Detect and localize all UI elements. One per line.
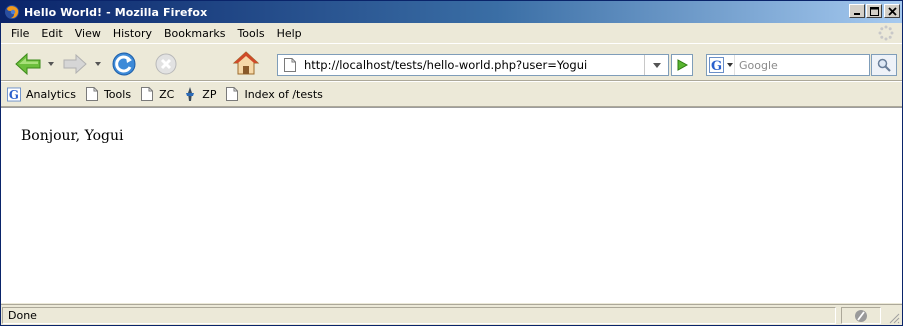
bookmark-zp[interactable]: ZP — [183, 86, 217, 102]
bookmark-label: Analytics — [26, 87, 76, 101]
menu-tools[interactable]: Tools — [231, 27, 270, 40]
minimize-icon — [854, 13, 860, 15]
svg-text:G: G — [711, 59, 722, 73]
forward-arrow-icon — [63, 53, 87, 75]
resize-grip-icon[interactable] — [888, 312, 900, 324]
firefox-logo-icon — [5, 5, 19, 19]
go-arrow-icon — [677, 59, 688, 71]
status-text: Done — [2, 307, 836, 324]
close-icon — [887, 6, 897, 16]
menu-bar: File Edit View History Bookmarks Tools H… — [1, 23, 902, 43]
url-text[interactable]: http://localhost/tests/hello-world.php?u… — [304, 58, 587, 72]
page-text: Bonjour, Yogui — [21, 128, 124, 144]
page-icon — [140, 87, 154, 102]
menu-file[interactable]: File — [5, 27, 35, 40]
search-engine-selector[interactable]: G — [707, 55, 735, 75]
menu-help[interactable]: Help — [271, 27, 308, 40]
google-icon: G — [709, 57, 724, 73]
status-panel — [841, 307, 881, 324]
bookmark-analytics[interactable]: G Analytics — [7, 87, 76, 102]
window-title: Hello World! - Mozilla Firefox — [24, 5, 208, 19]
minimize-button[interactable] — [849, 4, 865, 18]
close-button[interactable] — [884, 4, 900, 18]
bookmark-zc[interactable]: ZC — [140, 87, 174, 102]
google-icon: G — [7, 87, 21, 102]
title-bar[interactable]: Hello World! - Mozilla Firefox — [1, 1, 902, 23]
maximize-button[interactable] — [866, 4, 882, 18]
back-history-dropdown[interactable] — [48, 62, 54, 66]
home-icon — [232, 51, 260, 75]
stop-icon — [155, 53, 177, 75]
search-placeholder: Google — [739, 58, 778, 72]
menu-edit[interactable]: Edit — [35, 27, 68, 40]
back-button[interactable] — [13, 50, 43, 78]
bookmark-tools[interactable]: Tools — [85, 87, 131, 102]
forward-button[interactable] — [61, 52, 89, 76]
throbber-icon — [878, 25, 894, 41]
address-bar[interactable]: http://localhost/tests/hello-world.php?u… — [277, 54, 669, 76]
no-security-icon — [855, 309, 867, 322]
page-icon — [284, 58, 296, 72]
url-history-dropdown[interactable] — [644, 55, 668, 75]
bookmark-label: Index of /tests — [244, 87, 323, 101]
menu-history[interactable]: History — [107, 27, 158, 40]
stop-button[interactable] — [151, 50, 181, 78]
search-button[interactable] — [871, 54, 897, 76]
search-icon — [877, 58, 891, 72]
go-button[interactable] — [671, 54, 693, 76]
search-box[interactable]: G Google — [706, 54, 870, 76]
home-button[interactable] — [231, 49, 261, 77]
bookmark-label: Tools — [103, 87, 132, 101]
bookmark-label: ZP — [202, 87, 217, 101]
maximize-icon — [869, 6, 879, 16]
reload-icon — [112, 52, 136, 76]
page-content: Bonjour, Yogui — [1, 107, 902, 303]
bookmark-index-of-tests[interactable]: Index of /tests — [225, 87, 323, 102]
browser-window: Hello World! - Mozilla Firefox File Edit… — [0, 0, 903, 326]
back-arrow-icon — [15, 52, 41, 76]
bookmark-label: ZC — [159, 87, 175, 101]
svg-text:G: G — [9, 88, 19, 102]
forward-history-dropdown[interactable] — [95, 62, 101, 66]
page-icon — [85, 87, 99, 102]
chevron-down-icon — [727, 63, 733, 67]
navigation-toolbar: http://localhost/tests/hello-world.php?u… — [1, 43, 902, 81]
chevron-down-icon — [652, 62, 661, 68]
window-controls — [848, 4, 900, 18]
menu-view[interactable]: View — [69, 27, 107, 40]
reload-button[interactable] — [109, 50, 139, 78]
menu-bookmarks[interactable]: Bookmarks — [158, 27, 231, 40]
bookmarks-toolbar: G Analytics Tools ZC ZP Index of /tests — [1, 81, 902, 107]
zp-icon — [183, 86, 197, 102]
status-bar: Done — [1, 304, 902, 326]
page-icon — [225, 87, 239, 102]
